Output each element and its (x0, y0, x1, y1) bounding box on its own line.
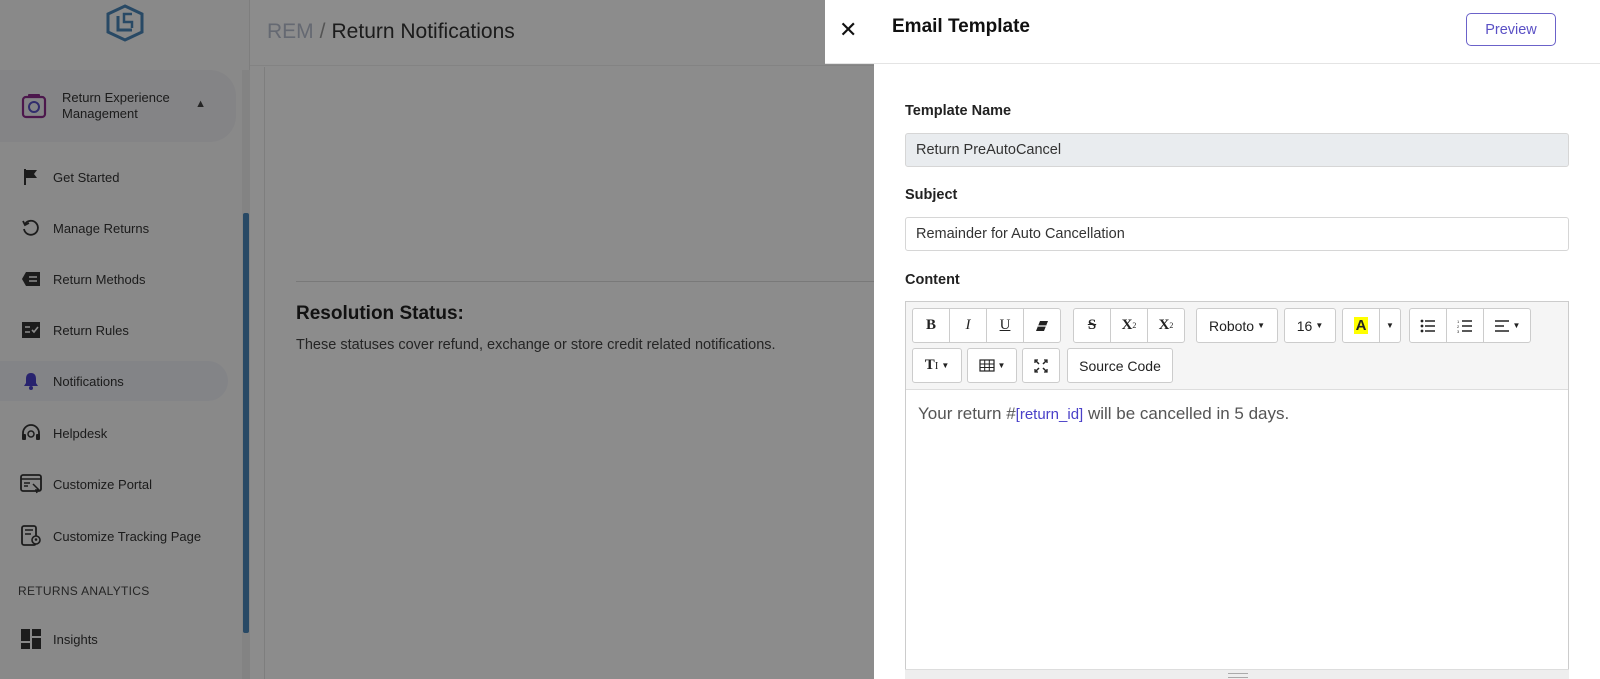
toolbar-table-group: ▼ (967, 348, 1017, 383)
toolbar-source-group: Source Code (1067, 348, 1173, 383)
template-name-field[interactable] (905, 133, 1569, 167)
drawer-title: Email Template (892, 16, 1030, 37)
text-color-button[interactable]: A (1342, 308, 1380, 343)
rich-text-editor: B I U S X2 X2 Roboto ▼ 16 ▼ A ▼ 1 2 3 ▼ … (905, 301, 1569, 679)
toolbar-list-group: 123 ▼ (1409, 308, 1531, 343)
svg-text:3: 3 (1457, 329, 1460, 333)
table-dropdown[interactable]: ▼ (967, 348, 1017, 383)
fullscreen-icon[interactable] (1022, 348, 1060, 383)
toolbar-font-group: Roboto ▼ (1196, 308, 1278, 343)
subscript-button[interactable]: X2 (1147, 308, 1185, 343)
toolbar-color-group: A ▼ (1342, 308, 1401, 343)
numbered-list-icon[interactable]: 123 (1446, 308, 1484, 343)
editor-content-area[interactable]: Your return #[return_id] will be cancell… (906, 390, 1568, 438)
preview-button[interactable]: Preview (1466, 13, 1556, 46)
align-dropdown[interactable]: ▼ (1483, 308, 1531, 343)
superscript-button[interactable]: X2 (1110, 308, 1148, 343)
font-family-dropdown[interactable]: Roboto ▼ (1196, 308, 1278, 343)
text-style-dropdown[interactable]: T I ▼ (912, 348, 962, 383)
font-size-dropdown[interactable]: 16 ▼ (1284, 308, 1336, 343)
editor-toolbar: B I U S X2 X2 Roboto ▼ 16 ▼ A ▼ 1 2 3 ▼ … (906, 302, 1568, 390)
font-size-value: 16 (1296, 317, 1313, 334)
caret-down-icon: ▼ (941, 361, 950, 370)
toolbar-script-group: S X2 X2 (1073, 308, 1185, 343)
content-text: Your return # (918, 404, 1016, 423)
caret-down-icon: ▼ (997, 361, 1006, 370)
content-text: will be cancelled in 5 days. (1083, 404, 1290, 423)
underline-button[interactable]: U (986, 308, 1024, 343)
caret-down-icon: ▼ (1512, 321, 1521, 330)
caret-down-icon: ▼ (1386, 321, 1394, 330)
close-icon[interactable]: ✕ (839, 17, 857, 43)
content-label: Content (905, 272, 960, 288)
bullet-list-icon[interactable] (1409, 308, 1447, 343)
bold-button[interactable]: B (912, 308, 950, 343)
drawer-body: Template Name Subject Content B I U S X2… (874, 64, 1600, 679)
font-family-value: Roboto (1208, 317, 1255, 334)
source-code-button[interactable]: Source Code (1067, 348, 1173, 383)
template-name-label: Template Name (905, 103, 1012, 119)
drawer-header: ✕ Email Template Preview (825, 0, 1600, 64)
subject-field[interactable] (905, 217, 1569, 251)
table-icon (978, 359, 995, 372)
caret-down-icon: ▼ (1257, 321, 1266, 330)
caret-down-icon: ▼ (1315, 321, 1324, 330)
editor-resize-handle[interactable] (905, 669, 1569, 679)
strikethrough-button[interactable]: S (1073, 308, 1111, 343)
toolbar-textstyle-group: T I ▼ (912, 348, 962, 383)
subject-label: Subject (905, 187, 958, 203)
italic-button[interactable]: I (949, 308, 987, 343)
toolbar-size-group: 16 ▼ (1284, 308, 1336, 343)
color-caret-button[interactable]: ▼ (1379, 308, 1401, 343)
eraser-icon[interactable] (1023, 308, 1061, 343)
align-left-icon (1494, 319, 1509, 332)
toolbar-fullscreen-group (1022, 348, 1060, 383)
toolbar-style-group: B I U (912, 308, 1061, 343)
content-variable: [return_id] (1015, 406, 1084, 423)
